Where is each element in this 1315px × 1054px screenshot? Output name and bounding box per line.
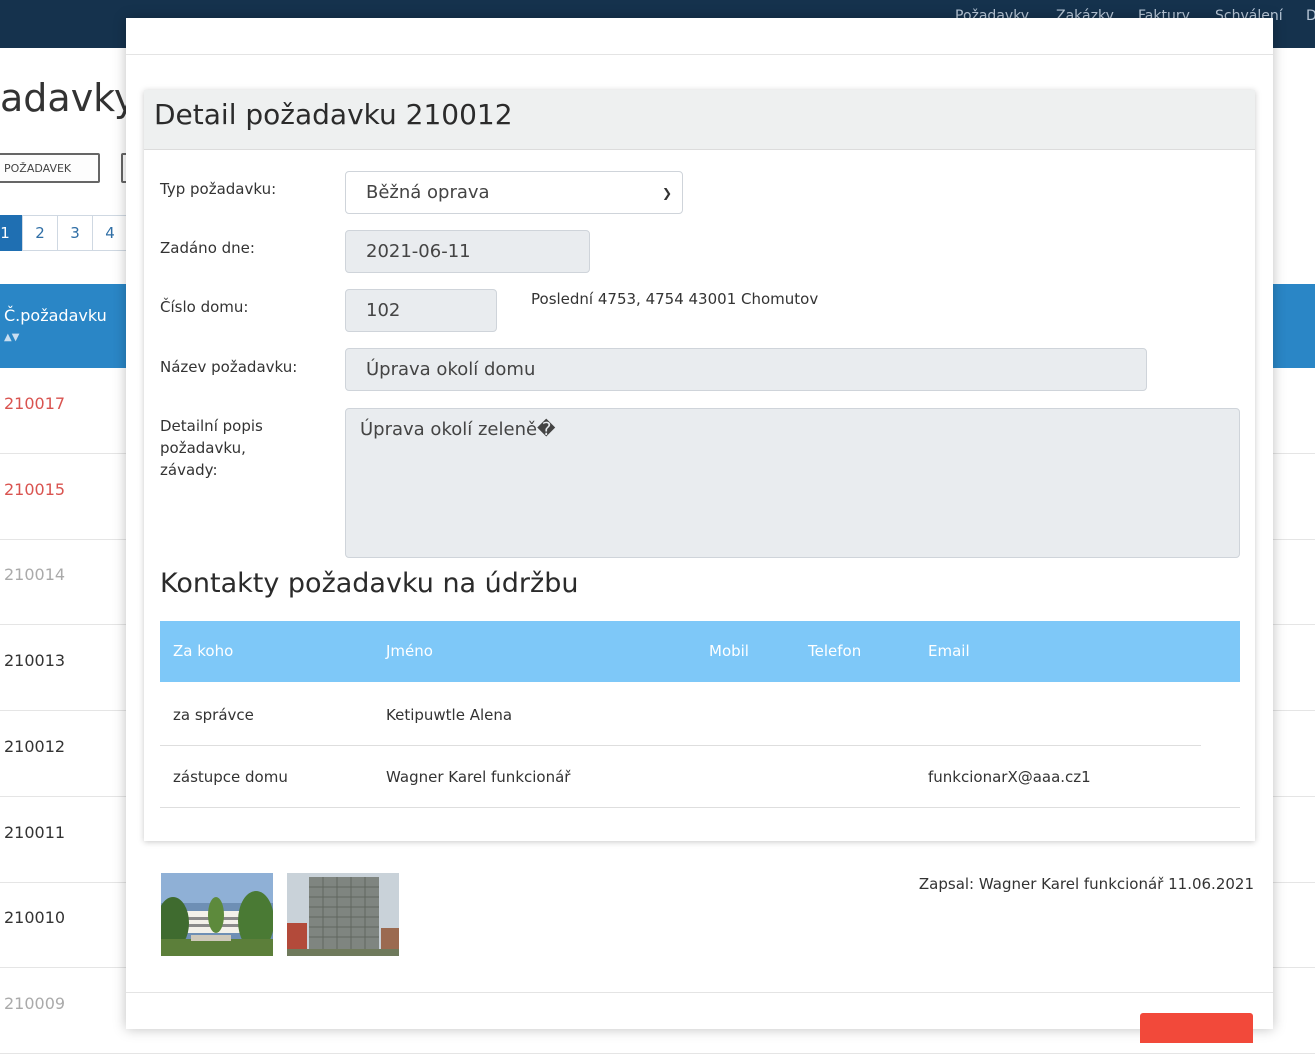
house-number-value: 102 [366,300,401,321]
photo-thumbnail-2[interactable] [287,873,399,956]
request-name-value: Úprava okolí domu [366,359,536,380]
name-label: Název požadavku: [160,358,298,376]
request-detail-modal: Detail požadavku 210012 Typ požadavku: B… [126,18,1273,1043]
request-number: 210012 [4,736,66,756]
contact-role: za správce [173,706,254,724]
page-button[interactable]: 2 [22,215,58,251]
request-type-value: Běžná oprava [366,182,490,203]
request-number: 210011 [4,822,66,842]
contact-role: zástupce domu [173,768,288,786]
column-email: Email [928,642,970,660]
house-number-field[interactable]: 102 [345,289,497,332]
column-telefon: Telefon [808,642,862,660]
request-number: 210015 [4,479,66,499]
column-mobil: Mobil [709,642,749,660]
column-jmeno: Jméno [386,642,433,660]
request-number: 210014 [4,565,66,585]
photo-thumbnail-1[interactable] [161,873,273,956]
recorded-by: Zapsal: Wagner Karel funkcionář 11.06.20… [918,875,1254,893]
close-button[interactable] [1140,1013,1253,1043]
house-label: Číslo domu: [160,298,249,316]
detail-card: Detail požadavku 210012 Typ požadavku: B… [144,90,1255,841]
date-value: 2021-06-11 [366,241,471,262]
contacts-row: za správce Ketipuwtle Alena [160,684,1240,746]
contacts-table-header: Za koho Jméno Mobil Telefon Email [160,621,1240,682]
column-request-number[interactable]: Č.požadavku [4,306,107,325]
card-header: Detail požadavku 210012 [144,90,1255,150]
contact-email[interactable]: funkcionarX@aaa.cz1 [928,768,1091,786]
contact-name: Wagner Karel funkcionář [386,768,571,786]
sort-icon[interactable]: ▲▼ [4,332,19,343]
divider [126,992,1273,993]
request-number: 210017 [4,394,66,413]
request-type-select[interactable]: Běžná oprava ❯ [345,171,683,214]
page-button[interactable]: 1 [0,215,23,251]
request-number: 210009 [4,993,66,1013]
date-field[interactable]: 2021-06-11 [345,230,590,273]
description-value: Úprava okolí zeleně� [360,419,556,440]
page-title: adavky [0,76,137,120]
request-number: 210010 [4,908,66,928]
divider [160,807,1240,808]
page-button[interactable]: 3 [57,215,93,251]
description-textarea[interactable]: Úprava okolí zeleně� [345,408,1240,558]
description-label: Detailní popis požadavku, závady: [160,417,263,479]
contacts-title: Kontakty požadavku na údržbu [160,568,579,599]
contact-name: Ketipuwtle Alena [386,706,513,724]
type-label: Typ požadavku: [160,180,277,198]
column-za-koho: Za koho [173,642,234,660]
chevron-down-icon: ❯ [661,185,672,200]
new-request-button[interactable]: POŽADAVEK [0,153,100,183]
date-label: Zadáno dne: [160,239,255,257]
modal-title: Detail požadavku 210012 [154,98,513,131]
divider [126,54,1273,55]
request-name-field[interactable]: Úprava okolí domu [345,348,1147,391]
pagination: 1 2 3 4 [0,215,128,251]
contacts-row: zástupce domu Wagner Karel funkcionář fu… [160,746,1240,808]
nav-item-more[interactable]: D [1306,8,1315,24]
request-number: 210013 [4,651,66,671]
page-button[interactable]: 4 [92,215,128,251]
house-address: Poslední 4753, 4754 43001 Chomutov [531,290,819,308]
